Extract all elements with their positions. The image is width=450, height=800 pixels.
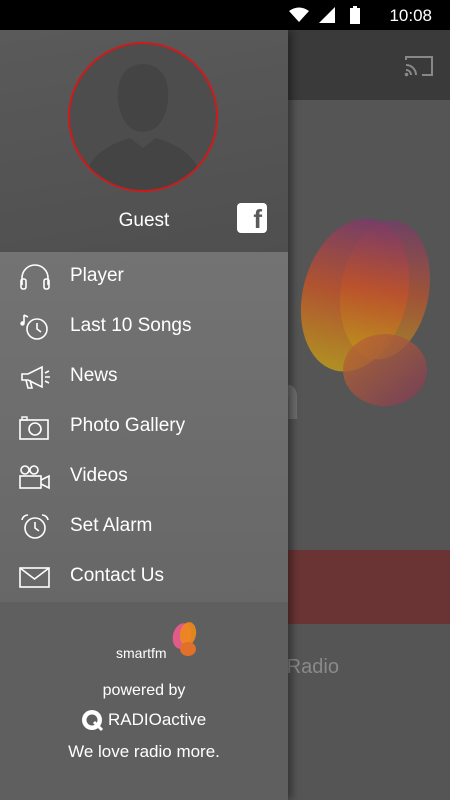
navigation-drawer: Guest f Player Last 10 Songs News Photo … [0,30,288,800]
cast-icon[interactable] [404,54,434,78]
status-bar: 10:08 [0,0,450,30]
menu-item-label: Last 10 Songs [70,315,192,336]
alarm-clock-icon [21,514,49,539]
user-silhouette-icon [82,64,204,190]
menu-item-set-alarm[interactable]: Set Alarm [0,502,288,552]
menu-item-player[interactable]: Player [0,252,288,302]
menu-item-label: Player [70,265,124,286]
avatar[interactable] [68,42,218,192]
menu-item-label: News [70,365,118,386]
facebook-icon[interactable]: f [237,203,267,234]
menu-item-news[interactable]: News [0,352,288,402]
drawer-footer: smartfm powered by RADIOactive We love r… [0,602,288,800]
drawer-menu: Player Last 10 Songs News Photo Gallery … [0,252,288,602]
video-camera-icon [19,465,50,490]
radioactive-logo-icon [82,710,104,732]
battery-icon [350,6,360,24]
signal-icon [319,7,335,23]
status-time: 10:08 [389,6,432,25]
menu-item-label: Photo Gallery [70,415,186,436]
menu-item-label: Videos [70,465,128,486]
drawer-header: Guest f [0,30,288,252]
menu-item-contact-us[interactable]: Contact Us [0,552,288,602]
facebook-glyph: f [253,204,262,234]
menu-item-photo-gallery[interactable]: Photo Gallery [0,402,288,452]
wifi-icon [289,7,309,22]
menu-item-label: Contact Us [70,565,164,586]
tagline: We love radio more. [68,742,220,761]
megaphone-icon [21,365,50,389]
camera-icon [19,416,49,440]
radioactive-logo-text: RADIOactive [108,710,207,729]
smartfm-logo-text: smartfm [116,645,167,661]
menu-item-label: Set Alarm [70,515,153,536]
menu-item-videos[interactable]: Videos [0,452,288,502]
headphones-icon [20,264,50,290]
music-clock-icon [20,314,48,340]
menu-item-last-10-songs[interactable]: Last 10 Songs [0,302,288,352]
powered-by-text: powered by [102,682,186,699]
envelope-icon [19,567,50,588]
